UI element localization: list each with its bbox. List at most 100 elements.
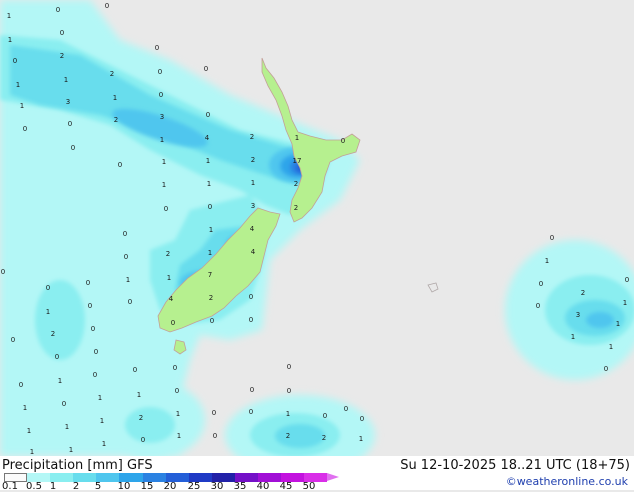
value-marker: 1	[16, 81, 20, 89]
parameter-label: Precipitation [mm]	[2, 458, 123, 473]
legend-tick-label: 20	[163, 481, 177, 492]
value-marker: 0	[118, 161, 122, 169]
value-marker: 0	[287, 363, 291, 371]
value-marker: 4	[250, 225, 255, 233]
value-marker: 1	[623, 299, 627, 307]
value-marker: 0	[158, 68, 162, 76]
value-marker: 2	[60, 52, 64, 60]
value-marker: 1	[545, 257, 549, 265]
map-footer: Precipitation [mm] GFS Su 12-10-2025 18.…	[0, 456, 634, 492]
value-marker: 1	[137, 391, 141, 399]
value-marker: 0	[56, 6, 60, 14]
value-marker: 2	[294, 204, 298, 212]
value-marker: 0	[341, 137, 345, 145]
value-marker: 0	[164, 205, 168, 213]
value-marker: 2	[110, 70, 114, 78]
value-marker: 0	[210, 317, 214, 325]
value-marker: 3	[251, 202, 255, 210]
value-marker: 2	[286, 432, 290, 440]
value-marker: 17	[293, 157, 302, 165]
value-marker: 0	[133, 366, 137, 374]
value-marker: 0	[23, 125, 27, 133]
value-marker: 0	[68, 120, 72, 128]
value-marker: 1	[207, 180, 211, 188]
value-marker: 3	[576, 311, 580, 319]
value-marker: 1	[609, 343, 613, 351]
value-marker: 1	[162, 158, 166, 166]
value-marker: 0	[123, 230, 127, 238]
value-marker: 0	[604, 365, 608, 373]
legend-tick-label: 35	[233, 481, 247, 492]
value-marker: 1	[30, 448, 34, 456]
legend-tick-label: 45	[279, 481, 293, 492]
value-marker: 0	[249, 293, 253, 301]
value-marker: 1	[295, 134, 299, 142]
credit-link[interactable]: ©weatheronline.co.uk	[506, 475, 628, 488]
value-marker: 0	[625, 276, 629, 284]
value-marker: 0	[213, 432, 217, 440]
value-marker: 1	[208, 249, 212, 257]
value-marker: 0	[19, 381, 23, 389]
legend-tick-label: 30	[210, 481, 224, 492]
value-marker: 1	[206, 157, 210, 165]
precipitation-map: 1 0 0 1 0 0 0 2 2 0 0 1 1 0 1 3 1 0 0 2 3 0 0 1 4 2 1 0 0 1 1 2 17 1 1 1 2 0 0…	[0, 0, 634, 456]
value-marker: 1	[176, 410, 180, 418]
value-marker: 2	[166, 250, 170, 258]
legend-tick-label: 0.5	[26, 481, 42, 492]
value-marker: 0	[141, 436, 145, 444]
value-marker: 0	[46, 284, 50, 292]
legend-tick-label: 10	[117, 481, 131, 492]
value-marker: 0	[1, 268, 5, 276]
value-marker: 0	[62, 400, 66, 408]
value-marker: 1	[102, 440, 106, 448]
value-marker: 0	[249, 408, 253, 416]
value-marker: 0	[360, 415, 364, 423]
value-marker: 0	[86, 279, 90, 287]
value-marker: 1	[126, 276, 130, 284]
value-marker: 2	[114, 116, 118, 124]
value-marker: 1	[69, 446, 73, 454]
value-marker: 0	[128, 298, 132, 306]
value-marker: 2	[250, 133, 254, 141]
value-marker: 3	[160, 113, 164, 121]
value-marker: 1	[46, 308, 50, 316]
value-marker: 2	[139, 414, 143, 422]
legend-tick-label: 50	[302, 481, 316, 492]
legend-tick-label: 15	[140, 481, 154, 492]
legend-tick-label: 0.1	[2, 481, 18, 492]
value-marker: 1	[27, 427, 31, 435]
value-marker: 1	[64, 76, 68, 84]
valid-time: Su 12-10-2025 18..21 UTC (18+75)	[400, 458, 630, 473]
value-marker: 1	[160, 136, 164, 144]
value-marker: 0	[93, 371, 97, 379]
map-title: Precipitation [mm] GFS	[2, 458, 153, 473]
value-marker: 1	[616, 320, 620, 328]
legend-tick-label: 40	[256, 481, 270, 492]
value-marker: 0	[55, 353, 59, 361]
value-marker: 1	[251, 179, 255, 187]
value-marker: 2	[209, 294, 213, 302]
value-marker: 1	[359, 435, 363, 443]
value-marker: 4	[169, 295, 174, 303]
value-marker: 0	[173, 364, 177, 372]
value-marker: 1	[167, 274, 171, 282]
value-marker: 0	[105, 2, 109, 10]
value-marker: 0	[11, 336, 15, 344]
value-marker: 2	[251, 156, 255, 164]
legend-tick-label: 5	[94, 481, 102, 492]
value-marker: 1	[571, 333, 575, 341]
value-marker: 0	[155, 44, 159, 52]
value-marker: 1	[100, 417, 104, 425]
value-marker: 0	[250, 386, 254, 394]
value-marker: 1	[177, 432, 181, 440]
legend-tick-label: 25	[187, 481, 201, 492]
value-marker: 0	[88, 302, 92, 310]
value-marker: 1	[20, 102, 24, 110]
value-marker: 0	[206, 111, 210, 119]
value-marker: 0	[539, 280, 543, 288]
value-marker: 2	[51, 330, 55, 338]
value-marker: 0	[60, 29, 64, 37]
value-marker: 0	[91, 325, 95, 333]
value-marker: 0	[204, 65, 208, 73]
value-marker: 1	[65, 423, 69, 431]
